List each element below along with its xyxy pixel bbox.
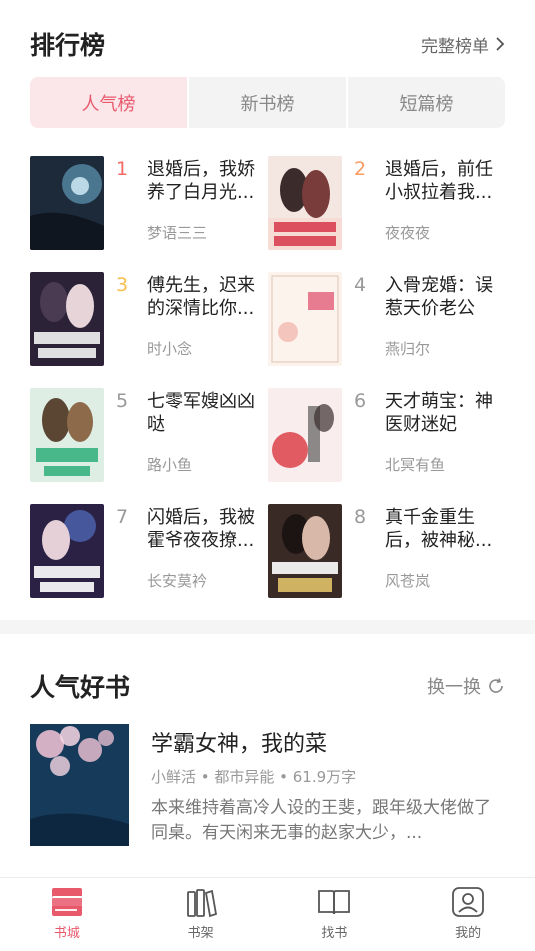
ranking-header: 排行榜 完整榜单 xyxy=(30,26,505,62)
refresh-label: 换一换 xyxy=(427,677,481,698)
book-cover xyxy=(268,272,342,366)
ranking-item[interactable]: 1 退婚后，我娇养了白月光... 梦语三三 xyxy=(30,156,268,251)
bookstore-icon xyxy=(51,888,82,916)
tabbar-label: 我的 xyxy=(455,926,482,941)
bookshelf-icon xyxy=(186,889,217,918)
book-cover xyxy=(268,504,342,598)
book-author: 燕归尔 xyxy=(385,340,431,358)
book-title: 七零军嫂凶凶哒 xyxy=(147,391,255,435)
section-divider xyxy=(0,620,535,634)
popular-title: 人气好书 xyxy=(30,673,131,702)
popular-book-card[interactable]: 学霸女神，我的菜 小鲜活 • 都市异能 • 61.9万字 本来维持着高冷人设的王… xyxy=(30,724,505,846)
rank-number: 3 xyxy=(116,274,129,296)
book-author: 路小鱼 xyxy=(147,456,193,474)
book-title: 退婚后，前任小叔拉着我... xyxy=(385,159,493,203)
rank-number: 8 xyxy=(354,506,367,528)
book-title: 入骨宠婚：误惹天价老公 xyxy=(385,275,493,319)
book-cover xyxy=(268,156,342,250)
popular-header: 人气好书 换一换 xyxy=(30,668,505,704)
full-ranking-link[interactable]: 完整榜单 xyxy=(421,32,505,57)
tabbar-label: 书架 xyxy=(187,926,214,941)
book-author: 夜夜夜 xyxy=(385,224,431,242)
ranking-item[interactable]: 3 傅先生，迟来的深情比你... 时小念 xyxy=(30,272,268,367)
full-ranking-label: 完整榜单 xyxy=(421,36,489,57)
book-title: 傅先生，迟来的深情比你... xyxy=(147,275,255,319)
book-cover xyxy=(30,388,104,482)
refresh-button[interactable]: 换一换 xyxy=(427,673,505,699)
tabbar-bookshelf[interactable]: 书架 xyxy=(134,878,268,951)
ranking-item[interactable]: 7 闪婚后，我被霍爷夜夜撩... 长安莫衿 xyxy=(30,504,268,599)
book-title: 退婚后，我娇养了白月光... xyxy=(147,159,255,203)
tabbar-label: 书城 xyxy=(53,926,80,941)
bottom-tab-bar: 书城 书架 找书 我的 xyxy=(0,877,535,951)
book-cover xyxy=(268,388,342,482)
rank-number: 1 xyxy=(116,158,129,180)
book-author: 时小念 xyxy=(147,340,193,358)
ranking-item[interactable]: 4 入骨宠婚：误惹天价老公 燕归尔 xyxy=(268,272,506,367)
refresh-icon xyxy=(489,678,503,693)
ranking-item[interactable]: 2 退婚后，前任小叔拉着我... 夜夜夜 xyxy=(268,156,506,251)
rank-number: 6 xyxy=(354,390,367,412)
book-title: 天才萌宝：神医财迷妃 xyxy=(385,391,493,435)
book-meta: 小鲜活 • 都市异能 • 61.9万字 xyxy=(151,768,357,786)
ranking-item[interactable]: 6 天才萌宝：神医财迷妃 北冥有鱼 xyxy=(268,388,506,483)
open-book-icon xyxy=(318,890,351,915)
rank-number: 5 xyxy=(116,390,129,412)
tab-short-stories[interactable]: 短篇榜 xyxy=(346,77,505,128)
book-cover xyxy=(30,504,104,598)
profile-icon xyxy=(452,887,485,917)
tabbar-find-books[interactable]: 找书 xyxy=(268,878,402,951)
book-description: 本来维持着高冷人设的王斐，跟年级大佬做了同桌。有天闲来无事的赵家大少，... xyxy=(151,798,491,843)
book-title: 真千金重生后，被神秘... xyxy=(385,507,493,551)
book-author: 长安莫衿 xyxy=(147,572,208,590)
ranking-item[interactable]: 5 七零军嫂凶凶哒 路小鱼 xyxy=(30,388,268,483)
tabbar-bookstore[interactable]: 书城 xyxy=(0,878,134,951)
rank-number: 2 xyxy=(354,158,367,180)
tab-new-books[interactable]: 新书榜 xyxy=(187,77,346,128)
tabbar-profile[interactable]: 我的 xyxy=(401,878,535,951)
rank-number: 7 xyxy=(116,506,129,528)
ranking-item[interactable]: 8 真千金重生后，被神秘... 风苍岚 xyxy=(268,504,506,599)
book-cover xyxy=(30,724,129,846)
book-author: 风苍岚 xyxy=(385,572,431,590)
ranking-title: 排行榜 xyxy=(30,31,106,60)
book-author: 梦语三三 xyxy=(147,224,208,242)
tabbar-label: 找书 xyxy=(321,926,348,941)
book-title: 学霸女神，我的菜 xyxy=(151,732,328,757)
chevron-right-icon xyxy=(496,37,505,51)
book-cover xyxy=(30,156,104,250)
rank-number: 4 xyxy=(354,274,367,296)
book-title: 闪婚后，我被霍爷夜夜撩... xyxy=(147,507,255,551)
book-cover xyxy=(30,272,104,366)
book-author: 北冥有鱼 xyxy=(385,456,446,474)
tab-popular[interactable]: 人气榜 xyxy=(30,77,187,128)
ranking-tabs: 人气榜 新书榜 短篇榜 xyxy=(30,77,505,128)
